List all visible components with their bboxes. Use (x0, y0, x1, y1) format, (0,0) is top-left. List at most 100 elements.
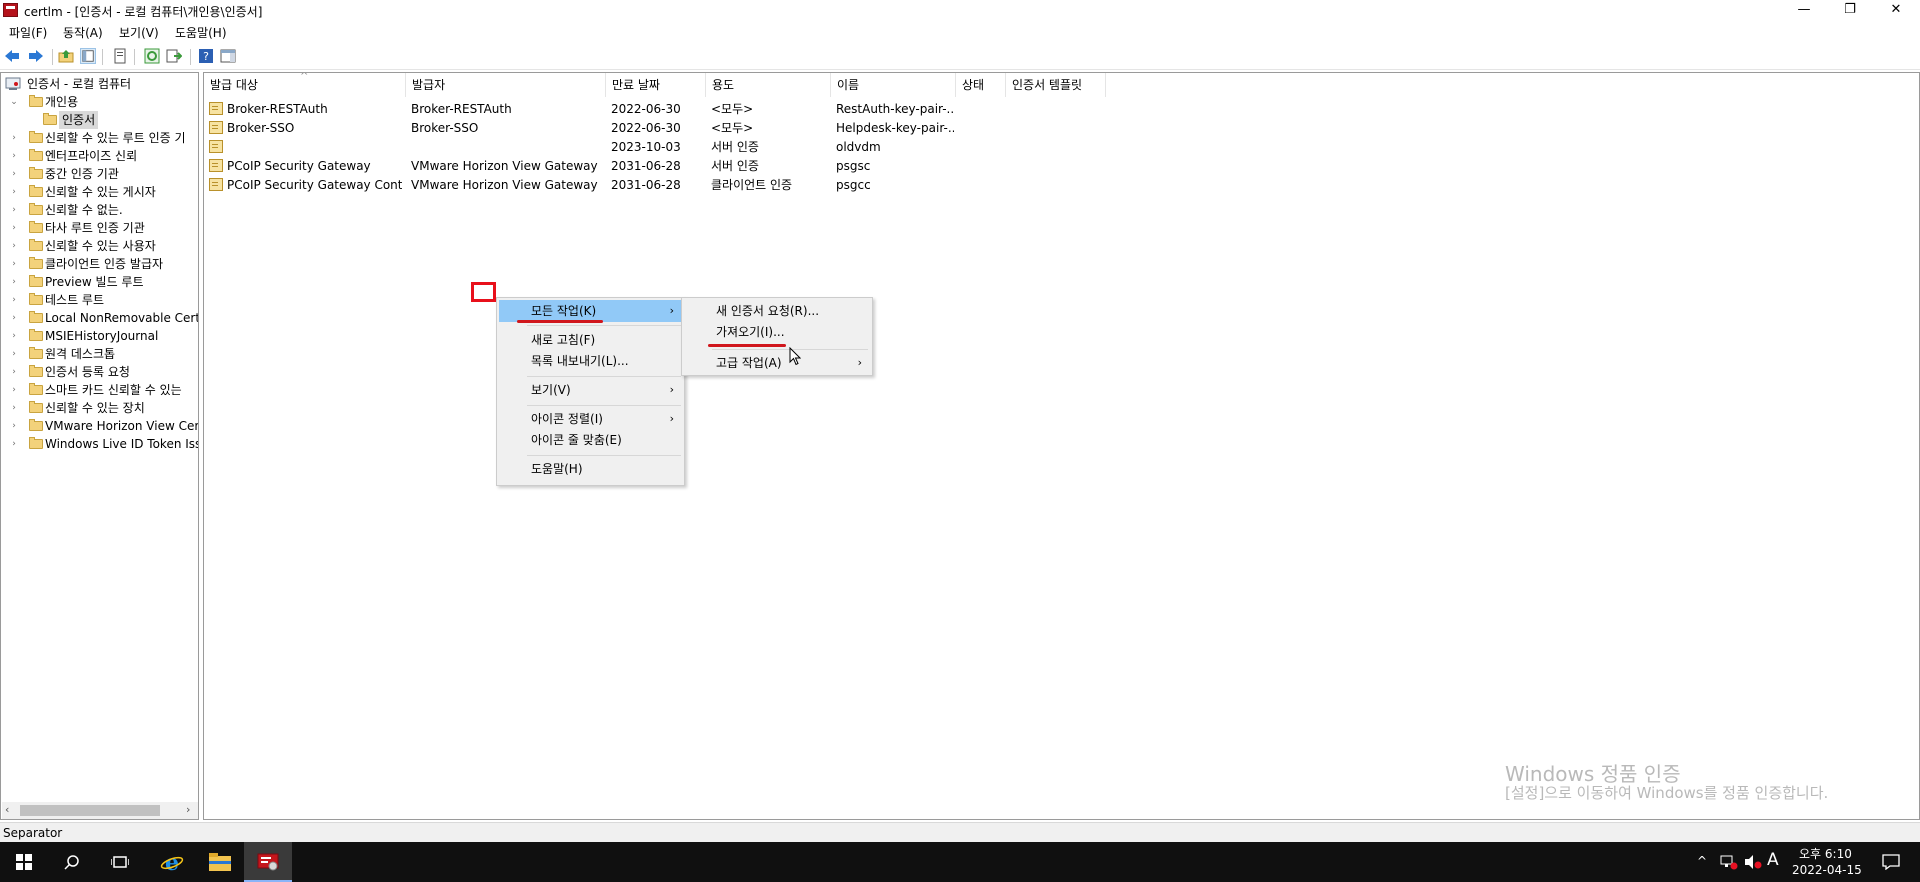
back-arrow-icon[interactable] (4, 48, 20, 64)
file-explorer-button[interactable] (196, 842, 244, 882)
collapsed-chevron-icon[interactable]: › (9, 399, 19, 417)
tree-item[interactable]: › 클라이언트 인증 발급자 (5, 255, 198, 273)
network-icon[interactable] (1720, 854, 1738, 870)
menu-export-list[interactable]: 목록 내보내기(L)... (499, 350, 682, 372)
clock-time[interactable]: 오후 6:10 (1799, 845, 1852, 862)
search-button[interactable] (48, 842, 96, 882)
column-expiration-date[interactable]: 만료 날짜 (606, 73, 706, 97)
menu-advanced-operations[interactable]: 고급 작업(A) › (684, 352, 870, 374)
column-status[interactable]: 상태 (956, 73, 1006, 97)
collapsed-chevron-icon[interactable]: › (9, 255, 19, 273)
notification-center-icon[interactable] (1882, 854, 1900, 870)
table-row[interactable]: Broker-SSO Broker-SSO 2022-06-30 <모두> He… (204, 119, 1164, 137)
menu-line-up-icons[interactable]: 아이콘 줄 맞춤(E) (499, 429, 682, 451)
tree-item-certificates[interactable]: 인증서 (41, 111, 191, 129)
table-row[interactable]: PCoIP Security Gateway Contr... VMware H… (204, 176, 1164, 194)
refresh-icon[interactable] (144, 48, 160, 64)
column-certificate-template[interactable]: 인증서 템플릿 (1006, 73, 1106, 97)
tree-item[interactable]: › 신뢰할 수 없는. (5, 201, 198, 219)
collapsed-chevron-icon[interactable]: › (9, 363, 19, 381)
export-list-icon[interactable] (166, 48, 182, 64)
menu-help[interactable]: 도움말(H) (175, 24, 227, 41)
collapsed-chevron-icon[interactable]: › (9, 237, 19, 255)
scrollbar-thumb[interactable] (20, 805, 160, 816)
tree-item[interactable]: › VMware Horizon View Certif (5, 417, 198, 435)
cell-issued-by (411, 138, 601, 156)
tree-item[interactable]: › 신뢰할 수 있는 루트 인증 기 (5, 129, 198, 147)
menu-view[interactable]: 보기(V) (119, 24, 159, 41)
tree-horizontal-scrollbar[interactable]: ‹ › (2, 802, 198, 819)
menu-view-submenu[interactable]: 보기(V) › (499, 379, 682, 401)
certlm-app-icon[interactable] (3, 3, 18, 17)
task-view-button[interactable] (96, 842, 144, 882)
table-row[interactable]: Broker-RESTAuth Broker-RESTAuth 2022-06-… (204, 100, 1164, 118)
tree-item[interactable]: › 엔터프라이즈 신뢰 (5, 147, 198, 165)
menu-file[interactable]: 파일(F) (9, 24, 47, 41)
tree-item-personal[interactable]: ⌄ 개인용 (5, 93, 195, 111)
collapsed-chevron-icon[interactable]: › (9, 273, 19, 291)
collapsed-chevron-icon[interactable]: › (9, 345, 19, 363)
menu-arrange-icons[interactable]: 아이콘 정렬(I) › (499, 408, 682, 430)
tree-item[interactable]: › 인증서 등록 요청 (5, 363, 198, 381)
table-row[interactable]: PCoIP Security Gateway VMware Horizon Vi… (204, 157, 1164, 175)
collapsed-chevron-icon[interactable]: › (9, 147, 19, 165)
menu-action[interactable]: 동작(A) (63, 24, 103, 41)
collapsed-chevron-icon[interactable]: › (9, 435, 19, 453)
collapsed-chevron-icon[interactable]: › (9, 417, 19, 435)
up-folder-icon[interactable] (58, 48, 74, 64)
tree-item[interactable]: › Windows Live ID Token Issue (5, 435, 198, 453)
properties-icon[interactable] (112, 48, 128, 64)
menu-help-item[interactable]: 도움말(H) (499, 458, 682, 480)
certlm-taskbar-button[interactable] (244, 842, 292, 882)
tree-item[interactable]: › 중간 인증 기관 (5, 165, 198, 183)
close-button[interactable]: ✕ (1873, 0, 1919, 22)
menu-import[interactable]: 가져오기(I)... (684, 321, 870, 343)
table-row[interactable]: 2023-10-03 서버 인증 oldvdm (204, 138, 1164, 156)
tree-item[interactable]: › 신뢰할 수 있는 사용자 (5, 237, 198, 255)
tree-item-label: 엔터프라이즈 신뢰 (45, 149, 138, 163)
collapsed-chevron-icon[interactable]: › (9, 201, 19, 219)
collapsed-chevron-icon[interactable]: › (9, 381, 19, 399)
menu-request-new-certificate[interactable]: 새 인증서 요청(R)... (684, 300, 870, 322)
tree-item[interactable]: › 테스트 루트 (5, 291, 198, 309)
column-intended-purposes[interactable]: 용도 (706, 73, 831, 97)
collapsed-chevron-icon[interactable]: › (9, 183, 19, 201)
tree-root[interactable]: 인증서 - 로컬 컴퓨터 (5, 75, 195, 93)
column-friendly-name[interactable]: 이름 (831, 73, 956, 97)
collapsed-chevron-icon[interactable]: › (9, 327, 19, 345)
restore-button[interactable]: ❐ (1827, 0, 1873, 22)
clock-date[interactable]: 2022-04-15 (1792, 863, 1862, 877)
scroll-right-arrow-icon[interactable]: › (186, 803, 190, 816)
forward-arrow-icon[interactable] (28, 48, 44, 64)
tree-item[interactable]: › 신뢰할 수 있는 게시자 (5, 183, 198, 201)
volume-muted-icon[interactable] (1744, 854, 1762, 870)
tree-item[interactable]: › Local NonRemovable Certific (5, 309, 198, 327)
cell-expiration-date: 2022-06-30 (611, 102, 681, 116)
help-icon[interactable]: ? (198, 48, 214, 64)
collapsed-chevron-icon[interactable]: › (9, 309, 19, 327)
menu-all-tasks[interactable]: 모든 작업(K) › (499, 300, 682, 322)
tree-item[interactable]: › 신뢰할 수 있는 장치 (5, 399, 198, 417)
show-hidden-icons-icon[interactable]: ^ (1697, 854, 1707, 868)
input-method-indicator[interactable]: A (1767, 850, 1779, 870)
tree-item[interactable]: › 원격 데스크톱 (5, 345, 198, 363)
collapsed-chevron-icon[interactable]: › (9, 129, 19, 147)
column-issued-to[interactable]: 발급 대상 ^ (204, 73, 406, 97)
action-pane-icon[interactable] (220, 48, 236, 64)
tree-item[interactable]: › 타사 루트 인증 기관 (5, 219, 198, 237)
tree-item[interactable]: › 스마트 카드 신뢰할 수 있는 (5, 381, 198, 399)
start-button[interactable] (0, 842, 48, 882)
expanded-chevron-icon[interactable]: ⌄ (9, 93, 19, 111)
toolbar-separator (102, 49, 103, 65)
tree-item[interactable]: › Preview 빌드 루트 (5, 273, 198, 291)
minimize-button[interactable]: — (1781, 0, 1827, 22)
column-issued-by[interactable]: 발급자 (406, 73, 606, 97)
menu-refresh[interactable]: 새로 고침(F) (499, 329, 682, 351)
collapsed-chevron-icon[interactable]: › (9, 291, 19, 309)
collapsed-chevron-icon[interactable]: › (9, 219, 19, 237)
internet-explorer-button[interactable]: e (148, 842, 196, 882)
scroll-left-arrow-icon[interactable]: ‹ (5, 803, 9, 816)
collapsed-chevron-icon[interactable]: › (9, 165, 19, 183)
tree-item[interactable]: › MSIEHistoryJournal (5, 327, 198, 345)
show-hide-tree-icon[interactable] (80, 48, 96, 64)
